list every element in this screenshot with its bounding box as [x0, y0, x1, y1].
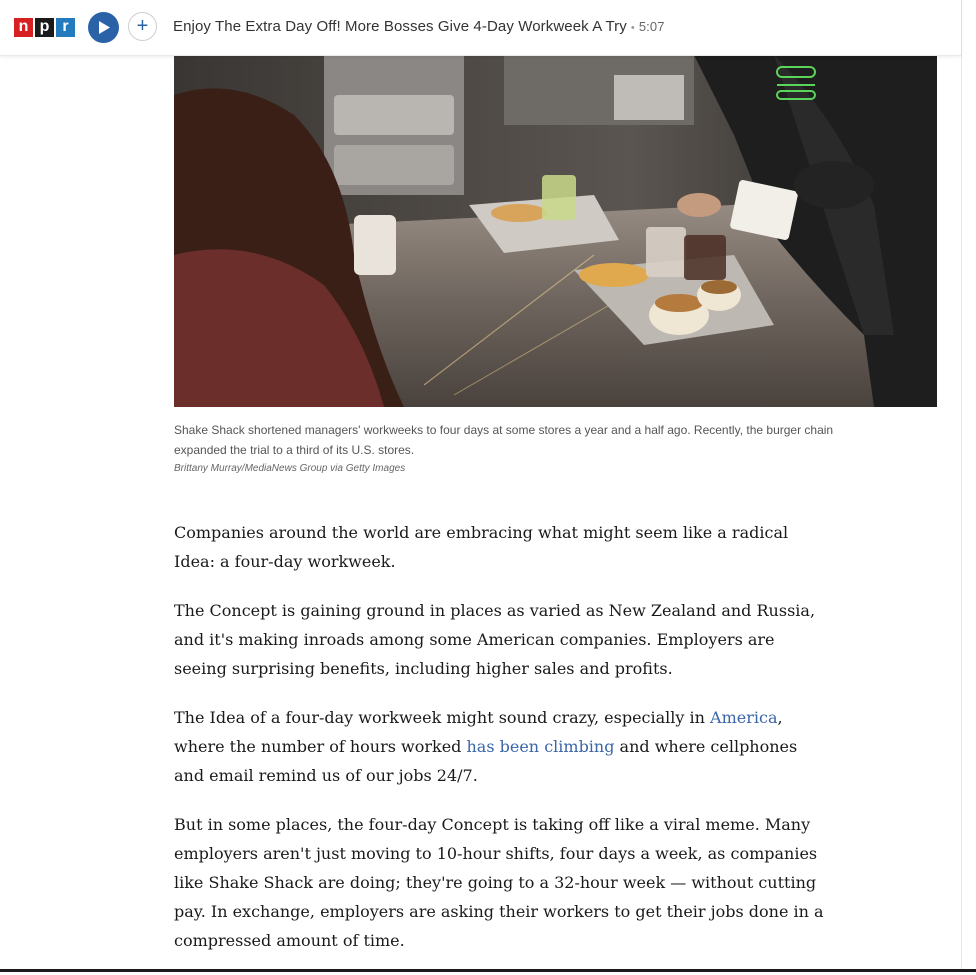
article-photo [174, 55, 937, 407]
play-button[interactable] [88, 12, 119, 43]
article-paragraph-2: The Concept is gaining ground in places … [174, 601, 816, 678]
npr-logo[interactable]: n p r [14, 18, 75, 37]
article-paragraph-3: The Idea of a four-day workweek might so… [174, 703, 824, 790]
link-america[interactable]: America [710, 708, 777, 727]
now-playing-title: Enjoy The Extra Day Off! More Bosses Giv… [173, 18, 627, 35]
now-playing-duration: 5:07 [638, 19, 665, 34]
photo-caption: Shake Shack shortened managers' workweek… [174, 423, 834, 457]
audio-player-bar: n p r + Enjoy The Extra Day Off! More Bo… [0, 0, 961, 56]
paragraph-text: The Idea of a four-day workweek might so… [174, 708, 711, 727]
article-body: Companies around the world are embracing… [174, 518, 824, 975]
npr-logo-p: p [35, 18, 54, 37]
link-has-been-climbing[interactable]: has been climbing [466, 737, 614, 756]
article-paragraph-4: But in some places, the four-day Concept… [174, 815, 824, 950]
play-icon [99, 21, 110, 34]
add-to-playlist-button[interactable]: + [128, 12, 157, 41]
npr-logo-n: n [14, 18, 33, 37]
photo-credit: Brittany Murray/MediaNews Group via Gett… [174, 463, 406, 474]
npr-logo-r: r [56, 18, 75, 37]
article-paragraph-1: Companies around the world are embracing… [174, 523, 789, 571]
now-playing[interactable]: Enjoy The Extra Day Off! More Bosses Giv… [173, 18, 665, 35]
separator-dot: • [630, 22, 635, 34]
shake-shack-counter-photo [174, 55, 937, 407]
